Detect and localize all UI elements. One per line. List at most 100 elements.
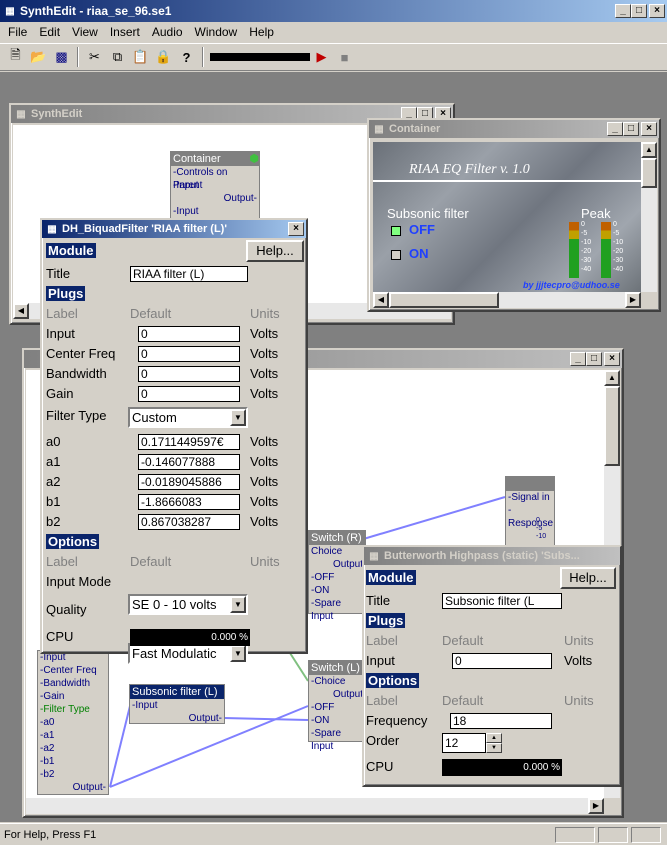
- chevron-up-icon[interactable]: ▲: [486, 733, 502, 743]
- col-default: Default: [442, 633, 484, 648]
- status-bar: For Help, Press F1: [0, 823, 667, 845]
- plug-a0[interactable]: -a0: [38, 716, 108, 729]
- plug-on[interactable]: -ON: [309, 714, 365, 727]
- title-label: Title: [46, 266, 71, 281]
- chevron-down-icon[interactable]: ▼: [230, 409, 246, 426]
- wire: [109, 705, 131, 788]
- plug-gain[interactable]: -Gain: [38, 690, 108, 703]
- coeff-units: Volts: [250, 434, 279, 449]
- plug-b1[interactable]: -b1: [38, 755, 108, 768]
- plug-label: Center Freq: [46, 346, 116, 361]
- switch-l-module[interactable]: Switch (L) -Choice Output -OFF -ON -Spar…: [308, 660, 366, 752]
- plug-choice[interactable]: Choice: [309, 545, 365, 558]
- butterworth-body: Module Help... Title Subsonic filter (L …: [366, 567, 618, 783]
- switch-r-module[interactable]: Switch (R) Choice Output -OFF -ON -Spare…: [308, 530, 366, 622]
- plug-value-input[interactable]: 0: [138, 326, 240, 342]
- coeff-units: Volts: [250, 514, 279, 529]
- input-mode-select[interactable]: SE 0 - 10 volts ▼: [128, 594, 248, 615]
- biquad-module[interactable]: -Input -Center Freq -Bandwidth -Gain -Fi…: [37, 650, 109, 795]
- frequency-input[interactable]: 18: [450, 713, 552, 729]
- coeff-input[interactable]: 0.867038287: [138, 514, 240, 530]
- coeff-input[interactable]: -0.0189045886: [138, 474, 240, 490]
- plug-off[interactable]: -OFF: [309, 701, 365, 714]
- biquad-body: Module Help... Title RIAA filter (L) Plu…: [44, 240, 304, 664]
- plug-value-input[interactable]: 0: [138, 386, 240, 402]
- coeff-input[interactable]: -0.146077888: [138, 454, 240, 470]
- butterworth-dialog: ▦ Butterworth Highpass (static) 'Subs...…: [362, 545, 622, 787]
- coeff-input[interactable]: 0.1711449597€: [138, 434, 240, 450]
- col-units: Units: [250, 554, 280, 569]
- plug-value-input[interactable]: 0: [138, 366, 240, 382]
- chevron-down-icon[interactable]: ▼: [230, 645, 246, 662]
- filter-type-select[interactable]: Custom ▼: [128, 407, 248, 428]
- wire: [359, 496, 506, 541]
- col-label: Label: [46, 306, 78, 321]
- plug-b2[interactable]: -b2: [38, 768, 108, 781]
- coeff-input[interactable]: -1.8666083: [138, 494, 240, 510]
- col-default: Default: [130, 554, 172, 569]
- subsonic-module[interactable]: Subsonic filter (L) -Input Output-: [129, 684, 225, 724]
- col-label: Label: [366, 693, 398, 708]
- plug-units: Volts: [250, 346, 279, 361]
- scope-module[interactable]: -Signal in -Response 0 -5 -10: [505, 476, 555, 548]
- plug-units: Volts: [250, 386, 279, 401]
- plug-units: Volts: [250, 326, 279, 341]
- plug-off[interactable]: -OFF: [309, 571, 365, 584]
- plug-spare-input[interactable]: -Spare Input: [309, 597, 365, 622]
- plug-output[interactable]: Output: [309, 558, 365, 571]
- biquad-dialog-title: DH_BiquadFilter 'RIAA filter (L)': [62, 223, 227, 235]
- title-input[interactable]: RIAA filter (L): [130, 266, 248, 282]
- plug-label: Bandwidth: [46, 366, 107, 381]
- coeff-units: Volts: [250, 454, 279, 469]
- plug-value-input[interactable]: 0: [138, 346, 240, 362]
- status-text: For Help, Press F1: [4, 828, 97, 841]
- help-button[interactable]: Help...: [560, 567, 616, 589]
- plug-output[interactable]: Output: [309, 688, 365, 701]
- plug-signal-in[interactable]: -Signal in: [506, 491, 554, 504]
- plug-response[interactable]: -Response: [506, 504, 554, 529]
- module-header: Module: [366, 570, 416, 585]
- coeff-label: a2: [46, 474, 61, 489]
- plug-output[interactable]: Output-: [130, 712, 224, 725]
- coeff-label: a0: [46, 434, 61, 449]
- plug-a2[interactable]: -a2: [38, 742, 108, 755]
- title-input[interactable]: Subsonic filter (L: [442, 593, 562, 609]
- plug-a1[interactable]: -a1: [38, 729, 108, 742]
- chevron-down-icon[interactable]: ▼: [486, 743, 502, 753]
- plugs-header: Plugs: [366, 613, 406, 628]
- close-button[interactable]: ×: [288, 222, 304, 236]
- plug-on[interactable]: -ON: [309, 584, 365, 597]
- input-value-input[interactable]: 0: [452, 653, 552, 669]
- cpu-meter: 0.000 %: [130, 629, 250, 646]
- options-header: Options: [46, 534, 100, 549]
- plug-choice[interactable]: -Choice: [309, 675, 365, 688]
- biquad-dialog-titlebar[interactable]: ▦ DH_BiquadFilter 'RIAA filter (L)' ×: [42, 220, 306, 238]
- col-label: Label: [46, 554, 78, 569]
- coeff-units: Volts: [250, 474, 279, 489]
- plug-bandwidth[interactable]: -Bandwidth: [38, 677, 108, 690]
- order-spinner[interactable]: ▲ ▼: [486, 733, 502, 753]
- plug-input[interactable]: -Input: [130, 699, 224, 712]
- plug-label: Gain: [46, 386, 74, 401]
- status-pane: [555, 827, 595, 843]
- plugs-header: Plugs: [46, 286, 86, 301]
- chevron-down-icon[interactable]: ▼: [230, 596, 246, 613]
- plug-spare-input[interactable]: -Spare Input: [309, 727, 365, 752]
- filter-type-label: Filter Type: [46, 408, 107, 423]
- plug-filter-type[interactable]: -Filter Type: [38, 703, 108, 716]
- dialog-icon: ▦: [47, 223, 57, 235]
- wire: [223, 717, 309, 721]
- quality-select[interactable]: Fast Modulatic ▼: [128, 643, 248, 664]
- order-input[interactable]: 12: [442, 733, 486, 753]
- plug-center-freq[interactable]: -Center Freq: [38, 664, 108, 677]
- coeff-label: a1: [46, 454, 61, 469]
- order-label: Order: [366, 733, 400, 748]
- help-button[interactable]: Help...: [246, 240, 304, 262]
- col-units: Units: [564, 693, 594, 708]
- coeff-units: Volts: [250, 494, 279, 509]
- cpu-label: CPU: [366, 759, 394, 774]
- plug-output[interactable]: Output-: [38, 781, 108, 794]
- butterworth-dialog-titlebar[interactable]: ▦ Butterworth Highpass (static) 'Subs...: [364, 547, 620, 565]
- col-units: Units: [564, 633, 594, 648]
- butterworth-dialog-title: Butterworth Highpass (static) 'Subs...: [384, 550, 580, 562]
